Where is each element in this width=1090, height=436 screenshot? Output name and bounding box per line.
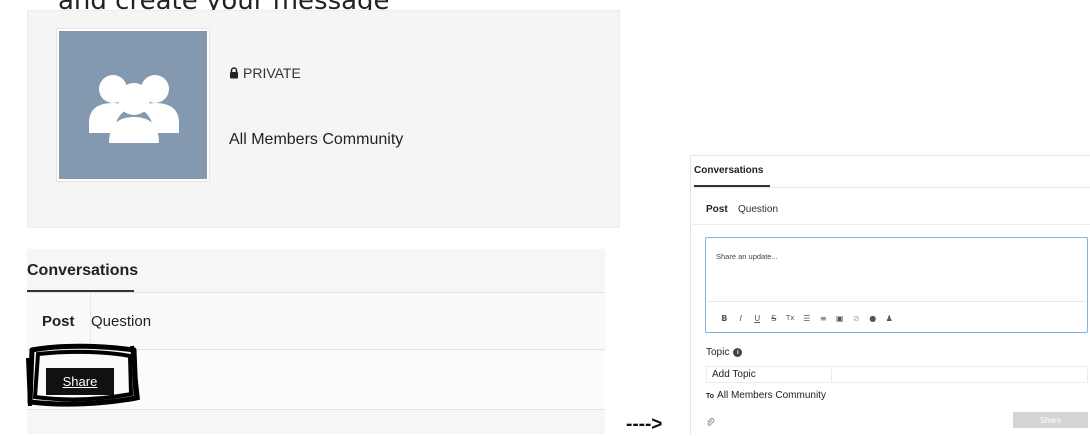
info-icon[interactable]: i [733, 348, 743, 357]
mention-icon[interactable]: ♟ [881, 311, 898, 325]
privacy-label: PRIVATE [243, 65, 301, 81]
lock-icon [230, 67, 238, 79]
add-topic-input[interactable]: Add Topic [706, 366, 1088, 383]
recipient-row: To All Members Community [706, 390, 826, 401]
topic-label: Topic [706, 347, 730, 358]
clear-format-icon[interactable]: Tx [782, 311, 799, 325]
group-name: All Members Community [229, 131, 404, 148]
underline-icon[interactable]: U [749, 311, 766, 325]
share-button[interactable]: Share [1013, 412, 1088, 428]
divider [692, 224, 1090, 225]
add-topic-separator [831, 367, 832, 382]
share-button[interactable]: Share [46, 368, 114, 395]
formatting-toolbar: B I U S Tx ☰ ≡ ▣ ⊘ ● ♟ [716, 311, 898, 325]
numbered-list-icon[interactable]: ≡ [815, 311, 832, 325]
tab-question[interactable]: Question [738, 204, 778, 215]
image-icon[interactable]: ▣ [832, 311, 849, 325]
tab-post[interactable]: Post [42, 313, 75, 330]
emoji-icon[interactable]: ● [865, 311, 882, 325]
tab-question[interactable]: Question [91, 313, 151, 330]
to-prefix: To [706, 393, 715, 400]
divider [692, 187, 1090, 188]
privacy-badge: PRIVATE [229, 65, 301, 81]
bullet-list-icon[interactable]: ☰ [799, 311, 816, 325]
group-avatar [57, 29, 209, 181]
conversations-title: Conversations [27, 262, 139, 279]
tab-post[interactable]: Post [706, 204, 728, 215]
attachment-link-icon[interactable] [706, 418, 715, 427]
recipient-name: All Members Community [717, 390, 826, 401]
editor-placeholder[interactable]: Share an update... [716, 252, 778, 261]
people-group-icon [89, 75, 179, 143]
conversations-title: Conversations [694, 165, 764, 176]
bold-icon[interactable]: B [716, 311, 733, 325]
arrow-indicator: ----> [626, 414, 663, 435]
strikethrough-icon[interactable]: S [766, 311, 783, 325]
italic-icon[interactable]: I [733, 311, 750, 325]
topic-label-row: Topic i [706, 347, 743, 358]
toolbar-divider [707, 301, 1086, 302]
link-icon[interactable]: ⊘ [848, 311, 865, 325]
